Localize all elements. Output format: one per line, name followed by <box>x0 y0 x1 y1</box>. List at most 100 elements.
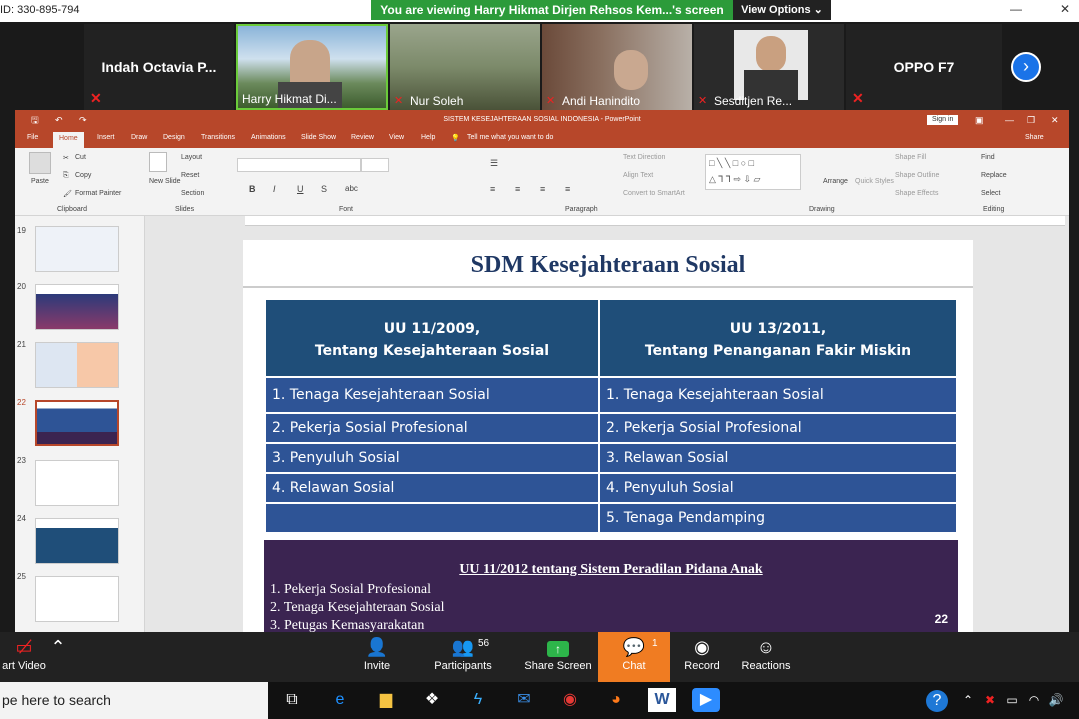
word-icon[interactable]: W <box>648 688 676 712</box>
section-button[interactable]: Section <box>181 190 204 197</box>
slide-thumb-25[interactable] <box>35 576 119 622</box>
share-button[interactable]: Share <box>1025 134 1044 141</box>
tab-transitions[interactable]: Transitions <box>201 134 235 141</box>
tab-animations[interactable]: Animations <box>251 134 286 141</box>
save-icon[interactable]: 🖫 <box>31 110 39 130</box>
text-direction-button[interactable]: Text Direction <box>623 154 665 161</box>
paste-icon[interactable] <box>29 152 51 174</box>
find-button[interactable]: Find <box>981 154 995 161</box>
tab-insert[interactable]: Insert <box>97 134 115 141</box>
file-explorer-icon[interactable]: ▆ <box>372 688 400 712</box>
edge-icon[interactable]: e <box>326 688 354 712</box>
participant-tile[interactable]: ✕ Sesditjen Re... <box>694 24 844 110</box>
slide-thumb-23[interactable] <box>35 460 119 506</box>
align-text-button[interactable]: Align Text <box>623 172 653 179</box>
align-left-icon[interactable]: ≡ <box>490 184 495 194</box>
dropbox-icon[interactable]: ❖ <box>418 688 446 712</box>
sign-in-button[interactable]: Sign in <box>927 115 959 125</box>
maximize-icon[interactable]: ❐ <box>1027 110 1035 130</box>
slide-thumb-19[interactable] <box>35 226 119 272</box>
font-name-select[interactable] <box>237 158 361 172</box>
minimize-icon[interactable]: — <box>1010 2 1022 16</box>
participant-tile[interactable]: ✕ Andi Hanindito <box>542 24 692 110</box>
firefox-icon[interactable]: ◕ <box>602 688 630 712</box>
copy-button[interactable]: Copy <box>75 172 91 179</box>
view-options-button[interactable]: View Options ⌄ <box>733 0 831 20</box>
close-icon[interactable]: ✕ <box>1060 2 1070 16</box>
convert-smartart-button[interactable]: Convert to SmartArt <box>623 190 685 197</box>
shapes-gallery[interactable]: □ ╲ ╲ □ ○ □ △ ⅂ ⅂ ⇨ ⇩ ▱ <box>705 154 801 190</box>
video-options-icon[interactable]: ⌃ <box>48 632 68 682</box>
help-icon[interactable]: ? <box>926 690 948 712</box>
tab-design[interactable]: Design <box>163 134 185 141</box>
italic-icon[interactable]: I <box>273 184 276 194</box>
taskbar-search[interactable]: pe here to search <box>0 682 268 719</box>
font-size-select[interactable] <box>361 158 389 172</box>
mail-icon[interactable]: ✉ <box>510 688 538 712</box>
tab-review[interactable]: Review <box>351 134 374 141</box>
participant-tile[interactable]: Indah Octavia P... ✕ <box>84 24 234 110</box>
quick-styles-button[interactable]: Quick Styles <box>855 178 894 185</box>
next-page-icon[interactable]: › <box>1011 52 1041 82</box>
format-painter-icon[interactable]: 🖌 <box>63 190 72 198</box>
slide-thumb-22[interactable] <box>35 400 119 446</box>
start-video-button[interactable]: ▭̸ art Video <box>0 632 48 682</box>
volume-icon[interactable]: 🔊 <box>1042 688 1070 712</box>
tab-draw[interactable]: Draw <box>131 134 147 141</box>
new-slide-button[interactable]: New Slide <box>149 178 181 185</box>
layout-button[interactable]: Layout <box>181 154 202 161</box>
app-icon[interactable]: ϟ <box>464 688 492 712</box>
participants-button[interactable]: 👥 Participants 56 <box>430 632 496 682</box>
chat-button[interactable]: 💬 Chat 1 <box>598 632 670 682</box>
cut-icon[interactable]: ✂ <box>63 154 69 162</box>
format-painter-button[interactable]: Format Painter <box>75 190 121 197</box>
chat-count: 1 <box>652 638 658 649</box>
justify-icon[interactable]: ≡ <box>565 184 570 194</box>
undo-icon[interactable]: ↶ <box>55 110 63 130</box>
copy-icon[interactable]: ⎘ <box>63 172 69 180</box>
slide-thumb-24[interactable] <box>35 518 119 564</box>
redo-icon[interactable]: ↷ <box>79 110 87 130</box>
participant-tile[interactable]: OPPO F7 ✕ <box>846 24 1002 110</box>
shadow-icon[interactable]: S <box>321 184 327 194</box>
select-button[interactable]: Select <box>981 190 1000 197</box>
zoom-icon[interactable]: ▶ <box>692 688 720 712</box>
shape-fill-button[interactable]: Shape Fill <box>895 154 926 161</box>
align-right-icon[interactable]: ≡ <box>540 184 545 194</box>
slide-thumb-20[interactable] <box>35 284 119 330</box>
tab-help[interactable]: Help <box>421 134 435 141</box>
strikethrough-icon[interactable]: abc <box>345 184 358 193</box>
bold-icon[interactable]: B <box>249 184 256 194</box>
record-button[interactable]: ◉ Record <box>680 632 724 682</box>
tab-slide-show[interactable]: Slide Show <box>301 134 336 141</box>
underline-icon[interactable]: U <box>297 184 304 194</box>
align-center-icon[interactable]: ≡ <box>515 184 520 194</box>
shape-effects-button[interactable]: Shape Effects <box>895 190 938 197</box>
participant-tile-active[interactable]: Harry Hikmat Di... <box>236 24 388 110</box>
new-slide-icon[interactable] <box>149 152 167 172</box>
tab-home[interactable]: Home <box>53 132 84 148</box>
minimize-icon[interactable]: — <box>1005 110 1014 130</box>
table-cell: 2. Pekerja Sosial Profesional <box>598 412 958 444</box>
participant-tile[interactable]: ✕ Nur Soleh <box>390 24 540 110</box>
reset-button[interactable]: Reset <box>181 172 199 179</box>
header-law: UU 11/2009, <box>383 321 481 337</box>
close-icon[interactable]: ✕ <box>1051 110 1059 130</box>
invite-button[interactable]: 👤 Invite <box>352 632 402 682</box>
slide[interactable]: SDM Kesejahteraan Sosial UU 11/2009, Tent… <box>243 240 973 632</box>
bullets-icon[interactable]: ☰ <box>490 158 498 169</box>
tab-file[interactable]: File <box>27 134 38 141</box>
shape-outline-button[interactable]: Shape Outline <box>895 172 939 179</box>
share-screen-button[interactable]: ↑ Share Screen <box>524 632 592 682</box>
replace-button[interactable]: Replace <box>981 172 1007 179</box>
paste-button[interactable]: Paste <box>31 178 49 185</box>
tab-view[interactable]: View <box>389 134 404 141</box>
tell-me-search[interactable]: Tell me what you want to do <box>467 134 553 141</box>
chrome-icon[interactable]: ◉ <box>556 688 584 712</box>
task-view-icon[interactable]: ⧉ <box>278 688 306 712</box>
arrange-button[interactable]: Arrange <box>823 178 848 185</box>
cut-button[interactable]: Cut <box>75 154 86 161</box>
ribbon-display-icon[interactable]: ▣ <box>975 110 984 130</box>
reactions-button[interactable]: ☺ Reactions <box>738 632 794 682</box>
slide-thumb-21[interactable] <box>35 342 119 388</box>
